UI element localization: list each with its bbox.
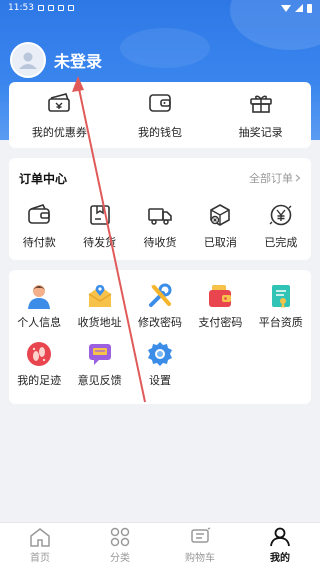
personal-info-label: 个人信息 xyxy=(17,316,62,329)
tab-cart[interactable]: 购物车 xyxy=(160,523,240,568)
footprints-button[interactable]: 我的足迹 xyxy=(9,340,69,388)
tab-category-label: 分类 xyxy=(110,553,130,564)
chevron-right-icon xyxy=(295,174,301,182)
home-icon xyxy=(30,528,50,547)
yuan-icon xyxy=(269,204,292,226)
signal-icon xyxy=(295,4,303,12)
all-orders-label: 全部订单 xyxy=(249,172,293,185)
login-profile[interactable]: 未登录 xyxy=(10,42,102,78)
cart-icon xyxy=(191,527,211,543)
avatar[interactable] xyxy=(10,42,46,78)
package-icon xyxy=(89,205,110,225)
cancelled-box-icon xyxy=(210,204,231,226)
status-time: 11:53 xyxy=(8,3,34,13)
battery-icon xyxy=(307,3,312,13)
tab-mine[interactable]: 我的 xyxy=(240,523,320,568)
shipping-address-button[interactable]: 收货地址 xyxy=(69,282,129,330)
wifi-icon xyxy=(281,4,291,12)
payment-wallet-icon xyxy=(209,285,232,307)
pending-payment-button[interactable]: 待付款 xyxy=(9,198,69,260)
bottom-tab-bar: 首页 分类 购物车 我的 xyxy=(0,522,320,568)
download-icon xyxy=(57,5,64,11)
profile-icon xyxy=(270,527,290,547)
wallet-link[interactable]: 我的钱包 xyxy=(110,82,211,148)
pending-payment-label: 待付款 xyxy=(22,236,56,249)
decor-bubble xyxy=(120,28,210,68)
feedback-button[interactable]: 意见反馈 xyxy=(69,340,129,388)
download-icon xyxy=(67,5,74,11)
lottery-link[interactable]: 抽奖记录 xyxy=(210,82,311,148)
settings-label: 设置 xyxy=(148,374,171,387)
settings-icon xyxy=(147,342,172,366)
tab-home[interactable]: 首页 xyxy=(0,523,80,568)
platform-qualification-button[interactable]: 平台资质 xyxy=(251,282,311,330)
shipping-address-label: 收货地址 xyxy=(77,316,122,329)
tab-mine-label: 我的 xyxy=(270,553,290,564)
tab-home-label: 首页 xyxy=(30,553,50,564)
person-icon xyxy=(28,285,51,309)
truck-icon xyxy=(148,208,172,225)
personal-info-button[interactable]: 个人信息 xyxy=(9,282,69,330)
notification-icon xyxy=(37,5,44,11)
cancelled-button[interactable]: 已取消 xyxy=(190,198,250,260)
login-status[interactable]: 未登录 xyxy=(54,48,102,72)
wallet-pay-icon xyxy=(28,204,51,224)
coupons-label: 我的优惠券 xyxy=(31,126,87,139)
platform-qualification-label: 平台资质 xyxy=(258,316,303,329)
tab-cart-label: 购物车 xyxy=(185,553,215,564)
payment-password-label: 支付密码 xyxy=(198,316,243,329)
change-password-label: 修改密码 xyxy=(137,316,182,329)
payment-password-button[interactable]: 支付密码 xyxy=(190,282,250,330)
completed-button[interactable]: 已完成 xyxy=(251,198,311,260)
pending-receipt-label: 待收货 xyxy=(143,236,177,249)
pending-shipment-label: 待发货 xyxy=(83,236,117,249)
feedback-icon xyxy=(88,344,111,365)
certificate-icon xyxy=(271,285,290,308)
services-card: 个人信息 收货地址 修改密码 支付密码 平台资质 我的足迹 意见反馈 设置 xyxy=(9,270,311,404)
gift-icon xyxy=(249,95,272,113)
order-center-card: 订单中心 全部订单 待付款 待发货 待收货 已取消 已完成 xyxy=(9,158,311,260)
status-bar: 11:53 xyxy=(0,0,320,16)
settings-button[interactable]: 设置 xyxy=(130,340,190,388)
order-center-title: 订单中心 xyxy=(19,171,68,186)
coupon-icon xyxy=(48,93,71,112)
address-icon xyxy=(88,285,111,307)
completed-label: 已完成 xyxy=(264,236,298,249)
wallet-label: 我的钱包 xyxy=(138,126,182,139)
category-icon xyxy=(110,527,130,547)
quick-links-card: 我的优惠券 我的钱包 抽奖记录 xyxy=(9,82,311,148)
pending-shipment-button[interactable]: 待发货 xyxy=(69,198,129,260)
footprint-icon xyxy=(27,342,52,366)
tools-icon xyxy=(148,283,172,307)
coupons-link[interactable]: 我的优惠券 xyxy=(9,82,110,148)
feedback-label: 意见反馈 xyxy=(77,374,122,387)
cancelled-label: 已取消 xyxy=(203,236,237,249)
all-orders-link[interactable]: 全部订单 xyxy=(249,170,301,186)
notification-icon xyxy=(47,5,54,11)
user-avatar-icon xyxy=(19,52,37,69)
tab-category[interactable]: 分类 xyxy=(80,523,160,568)
footprints-label: 我的足迹 xyxy=(17,374,62,387)
change-password-button[interactable]: 修改密码 xyxy=(130,282,190,330)
lottery-label: 抽奖记录 xyxy=(238,126,283,139)
pending-receipt-button[interactable]: 待收货 xyxy=(130,198,190,260)
wallet-icon xyxy=(149,94,171,112)
